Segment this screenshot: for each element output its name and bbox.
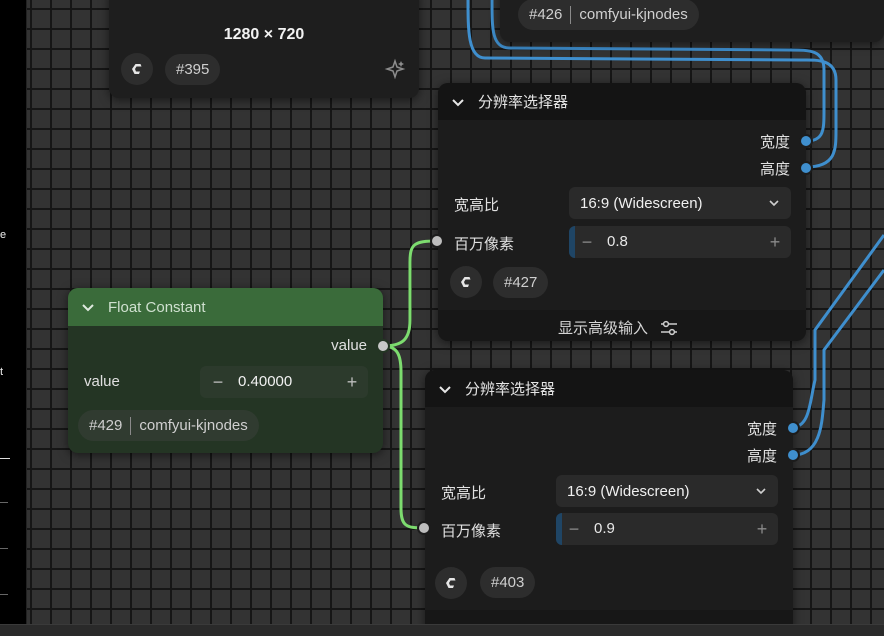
decrement-button[interactable]: −: [573, 226, 601, 258]
node-id-text: #403: [491, 574, 525, 591]
widget-label-aspect: 宽高比: [441, 485, 487, 502]
increment-button[interactable]: +: [338, 366, 366, 398]
megapixels-value: 0.8: [607, 233, 628, 250]
comfy-logo-icon: [121, 53, 153, 85]
output-label-width: 宽度: [759, 134, 790, 151]
show-advanced-inputs-button[interactable]: 显示高级输入: [558, 317, 678, 338]
megapixels-stepper[interactable]: − 0.8 +: [569, 226, 791, 258]
chevron-down-icon[interactable]: [450, 94, 466, 110]
node-id-badge: #403: [480, 567, 536, 598]
left-panel-tick: [0, 502, 8, 503]
left-panel-edge: e t: [0, 0, 27, 624]
aspect-ratio-select[interactable]: 16:9 (Widescreen): [556, 475, 778, 507]
node-id-text: #429: [89, 417, 123, 434]
node-395-title: 1280 × 720: [223, 26, 305, 43]
widget-label-aspect: 宽高比: [454, 197, 500, 214]
decrement-button[interactable]: −: [204, 366, 232, 398]
output-slot-value[interactable]: [378, 341, 388, 351]
chevron-down-icon[interactable]: [437, 381, 453, 397]
sliders-icon: [660, 320, 678, 336]
output-slot-width[interactable]: [788, 423, 798, 433]
input-slot-megapixels[interactable]: [432, 236, 442, 246]
chevron-down-icon[interactable]: [80, 299, 96, 315]
output-label-value: value: [331, 337, 367, 354]
node-429-header[interactable]: Float Constant: [68, 288, 383, 326]
link-height-403: [792, 269, 884, 457]
megapixels-value: 0.9: [594, 520, 615, 537]
widget-label-megapixels: 百万像素: [441, 523, 502, 540]
node-395[interactable]: 1280 × 720 #395: [109, 0, 419, 98]
node-source-text: comfyui-kjnodes: [139, 417, 248, 434]
widget-label-megapixels: 百万像素: [454, 236, 515, 253]
output-label-height: 高度: [759, 161, 790, 178]
sparkle-icon[interactable]: [384, 58, 406, 80]
output-label-width: 宽度: [746, 421, 777, 438]
node-title: 分辨率选择器: [465, 381, 556, 398]
link-value-to-403: [382, 344, 425, 530]
node-id-text: #426: [529, 6, 563, 23]
aspect-ratio-value: 16:9 (Widescreen): [567, 482, 690, 500]
node-403-resolution-selector[interactable]: 分辨率选择器 宽度 高度 宽高比 16:9 (Widescreen) 百万像素 …: [419, 370, 798, 636]
node-403-header[interactable]: 分辨率选择器: [425, 370, 793, 407]
left-panel-text-fragment: e: [0, 229, 7, 241]
widget-label-value: value: [84, 373, 120, 390]
node-427-header[interactable]: 分辨率选择器: [438, 83, 806, 120]
node-title: 分辨率选择器: [478, 94, 569, 111]
megapixels-stepper[interactable]: − 0.9 +: [556, 513, 778, 545]
output-slot-width[interactable]: [801, 136, 811, 146]
decrement-button[interactable]: −: [560, 513, 588, 545]
output-slot-height[interactable]: [788, 450, 798, 460]
output-label-height: 高度: [746, 448, 777, 465]
left-panel-tick: [0, 548, 8, 549]
advanced-inputs-label: 显示高级输入: [558, 320, 649, 337]
comfy-logo-icon: [435, 567, 467, 599]
output-slot-height[interactable]: [801, 163, 811, 173]
link-value-to-427: [382, 239, 438, 348]
chevron-down-icon: [754, 484, 768, 498]
left-panel-text-fragment: t: [0, 366, 4, 378]
aspect-ratio-value: 16:9 (Widescreen): [580, 194, 703, 212]
comfy-logo-icon: [450, 266, 482, 298]
node-429-float-constant[interactable]: Float Constant value value − 0.40000 + #…: [68, 288, 388, 453]
bottom-status-bar: [0, 624, 884, 636]
value-stepper[interactable]: − 0.40000 +: [200, 366, 368, 398]
node-id-text: #395: [176, 61, 210, 78]
node-426[interactable]: #426 comfyui-kjnodes: [500, 0, 884, 42]
left-panel-tick: [0, 458, 10, 459]
increment-button[interactable]: +: [748, 513, 776, 545]
node-id-badge: #395: [165, 54, 221, 85]
left-panel-tick: [0, 594, 8, 595]
aspect-ratio-select[interactable]: 16:9 (Widescreen): [569, 187, 791, 219]
input-slot-megapixels[interactable]: [419, 523, 429, 533]
node-id-text: #427: [504, 274, 538, 291]
node-id-badge: #429 comfyui-kjnodes: [78, 410, 259, 441]
node-id-badge: #426 comfyui-kjnodes: [518, 0, 699, 30]
node-427-resolution-selector[interactable]: 分辨率选择器 宽度 高度 宽高比 16:9 (Widescreen) 百万像素 …: [432, 83, 811, 341]
value-number: 0.40000: [238, 373, 293, 390]
node-id-badge: #427: [493, 267, 549, 298]
node-title: Float Constant: [108, 298, 206, 316]
chevron-down-icon: [767, 196, 781, 210]
node-source-text: comfyui-kjnodes: [579, 6, 688, 23]
link-width-403: [792, 234, 884, 429]
increment-button[interactable]: +: [761, 226, 789, 258]
